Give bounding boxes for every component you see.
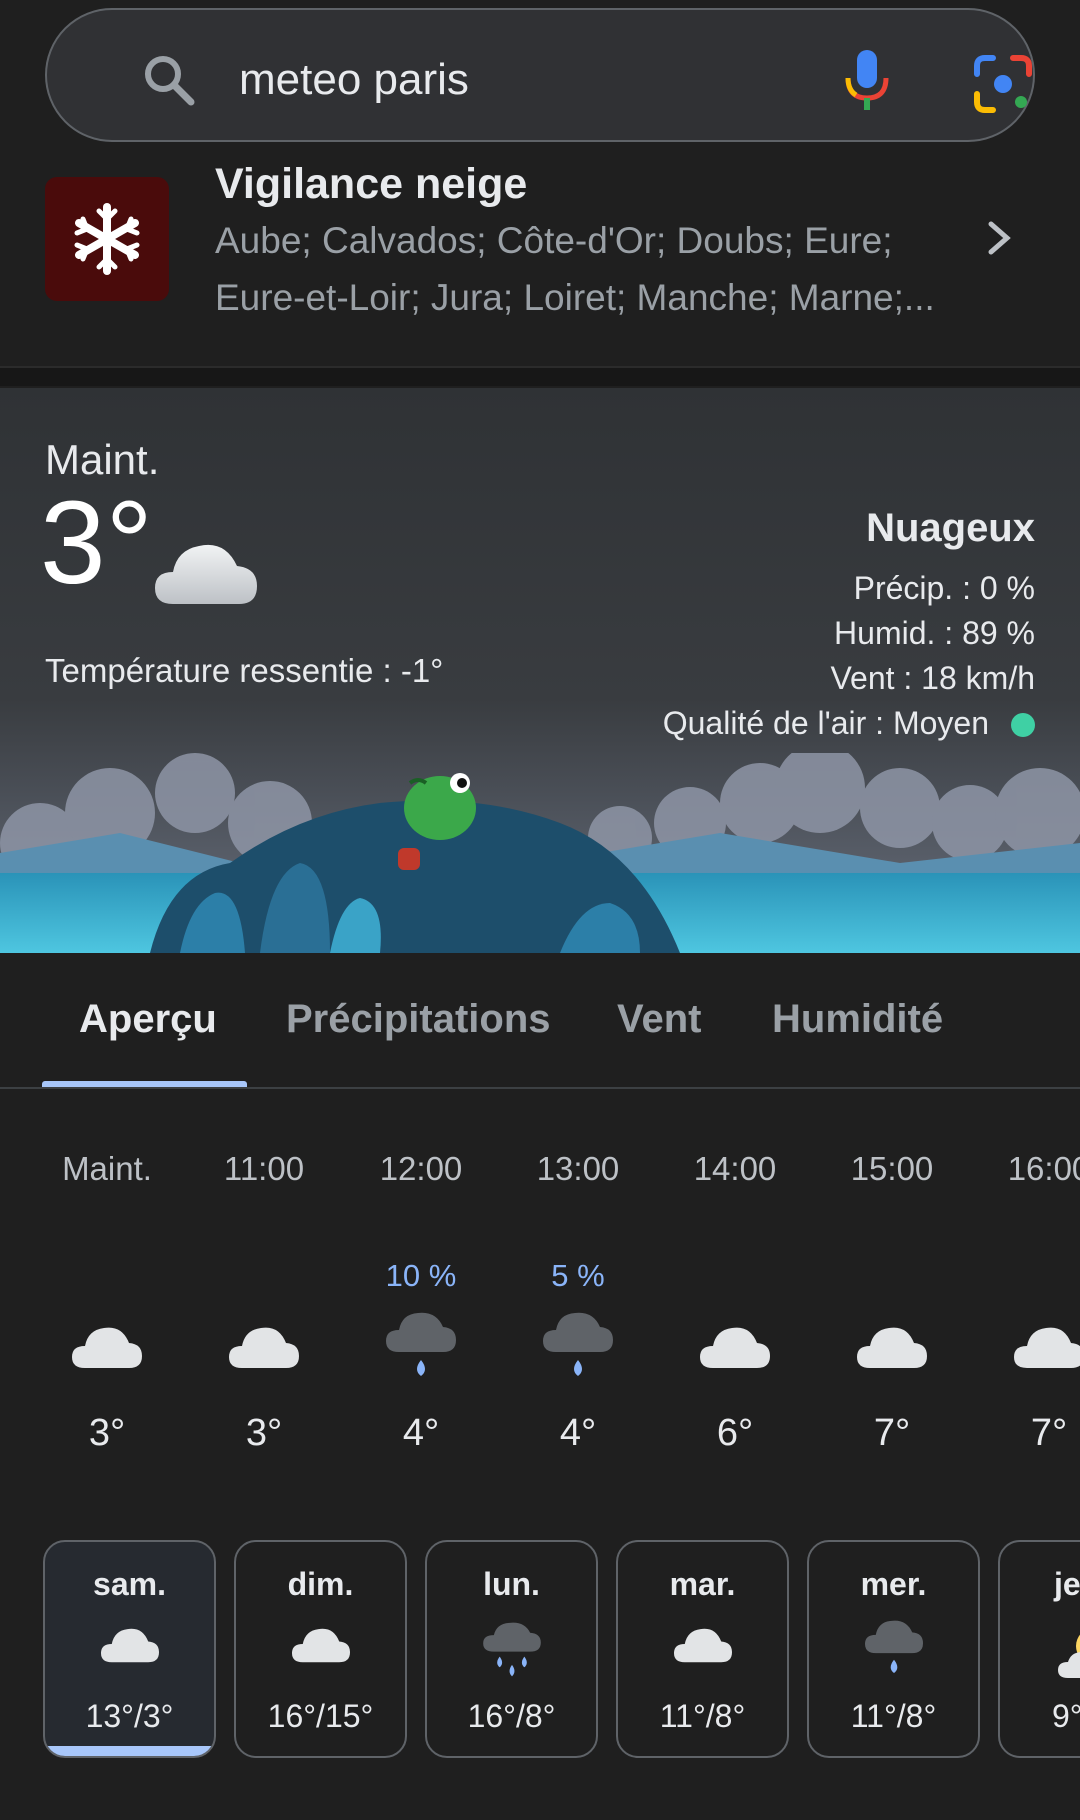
frog-illustration	[0, 753, 1080, 953]
alert-regions: Aube; Calvados; Côte-d'Or; Doubs; Eure; …	[215, 212, 975, 326]
feels-like: Température ressentie : -1°	[45, 652, 444, 689]
rain-cloud-icon	[865, 1620, 923, 1674]
snowflake-icon	[74, 203, 140, 275]
air-quality-detail[interactable]: Qualité de l'air : Moyen	[663, 705, 1035, 742]
day-name: je	[1054, 1566, 1080, 1602]
tab-vent[interactable]: Vent	[617, 997, 701, 1042]
wind-detail: Vent : 18 km/h	[830, 660, 1035, 696]
day-card[interactable]: je 9°/	[998, 1540, 1080, 1758]
hour-item[interactable]: Maint. 3°	[37, 1150, 177, 1450]
daily-forecast[interactable]: sam. 13°/3° dim. 16°/15° lun. 16°/8° mar…	[0, 1540, 1080, 1760]
selected-day-indicator	[45, 1746, 214, 1756]
hour-precip: 5 %	[551, 1258, 605, 1293]
hour-temp: 4°	[559, 1412, 597, 1450]
cloud-icon	[292, 1628, 350, 1663]
day-temps: 16°/8°	[467, 1698, 556, 1734]
chevron-right-icon[interactable]	[985, 218, 1015, 258]
current-weather-panel: Maint. 3° Température ressentie : -1° Nu…	[0, 388, 1080, 953]
hour-temp: 7°	[1030, 1412, 1068, 1450]
condition-label: Nuageux	[866, 506, 1035, 550]
cloud-icon	[101, 1628, 159, 1663]
air-quality-text: Qualité de l'air : Moyen	[662, 705, 989, 741]
day-card[interactable]: mer. 11°/8°	[807, 1540, 980, 1758]
day-card[interactable]: lun. 16°/8°	[425, 1540, 598, 1758]
day-card[interactable]: dim. 16°/15°	[234, 1540, 407, 1758]
sun-cloud-icon	[1058, 1634, 1080, 1678]
hour-time: 11:00	[223, 1150, 305, 1187]
cloud-icon	[229, 1327, 299, 1368]
hour-time: 15:00	[850, 1150, 934, 1187]
day-temps: 13°/3°	[85, 1698, 174, 1734]
hour-temp: 4°	[402, 1412, 440, 1450]
day-name: mer.	[860, 1566, 927, 1602]
active-tab-indicator	[42, 1081, 247, 1087]
rain-cloud-icon	[543, 1312, 613, 1376]
day-temps: 11°/8°	[850, 1698, 937, 1734]
alert-title: Vigilance neige	[215, 160, 528, 208]
hour-precip: 10 %	[385, 1258, 457, 1293]
current-temperature: 3°	[40, 477, 153, 609]
day-name: sam.	[93, 1566, 166, 1602]
hour-time: 14:00	[693, 1150, 777, 1187]
cloud-icon	[72, 1327, 142, 1368]
day-temps: 9°/	[1052, 1698, 1080, 1734]
cloud-icon	[700, 1327, 770, 1368]
hour-item[interactable]: 15:00 7°	[822, 1150, 962, 1450]
hour-temp: 3°	[88, 1412, 126, 1450]
hour-time: 13:00	[536, 1150, 620, 1187]
cloud-icon	[155, 544, 257, 604]
day-card[interactable]: mar. 11°/8°	[616, 1540, 789, 1758]
tab-precipitations[interactable]: Précipitations	[286, 997, 551, 1042]
hourly-forecast[interactable]: Maint. 3° 11:00 3° 12:00 10 % 4° 13:00 5…	[0, 1150, 1080, 1450]
cloud-icon	[1014, 1327, 1080, 1368]
air-quality-dot	[1011, 713, 1035, 737]
hour-item[interactable]: 16:00 7°	[979, 1150, 1080, 1450]
hour-item[interactable]: 14:00 6°	[665, 1150, 805, 1450]
microphone-icon[interactable]	[842, 50, 892, 112]
weather-tabs: Aperçu Précipitations Vent Humidité	[0, 955, 1080, 1089]
alert-regions-line-1: Aube; Calvados; Côte-d'Or; Doubs; Eure;	[215, 220, 893, 261]
heavy-rain-icon	[483, 1622, 541, 1677]
snow-alert-card[interactable]: Vigilance neige Aube; Calvados; Côte-d'O…	[0, 160, 1080, 370]
day-temps: 16°/15°	[267, 1698, 374, 1734]
hour-time: 16:00	[1007, 1150, 1080, 1187]
search-icon	[145, 56, 195, 106]
alert-tile	[45, 177, 169, 301]
google-lens-icon[interactable]	[973, 54, 1033, 114]
cloud-icon	[857, 1327, 927, 1368]
rain-cloud-icon	[386, 1312, 456, 1376]
search-bar[interactable]: meteo paris	[45, 8, 1035, 142]
section-divider	[0, 366, 1080, 386]
hour-item[interactable]: 11:00 3°	[194, 1150, 334, 1450]
day-card[interactable]: sam. 13°/3°	[43, 1540, 216, 1758]
search-input[interactable]: meteo paris	[239, 55, 469, 105]
hour-item[interactable]: 13:00 5 % 4°	[508, 1150, 648, 1450]
day-name: dim.	[287, 1566, 354, 1602]
hour-time: 12:00	[379, 1150, 463, 1187]
precip-detail: Précip. : 0 %	[853, 570, 1035, 606]
tab-humidite[interactable]: Humidité	[772, 997, 943, 1042]
hour-item[interactable]: 12:00 10 % 4°	[351, 1150, 491, 1450]
cloud-icon	[674, 1628, 732, 1663]
humidity-detail: Humid. : 89 %	[834, 615, 1035, 651]
hour-temp: 7°	[873, 1412, 911, 1450]
day-name: lun.	[483, 1566, 540, 1602]
day-temps: 11°/8°	[659, 1698, 746, 1734]
hour-time: Maint.	[62, 1150, 152, 1187]
alert-regions-line-2: Eure-et-Loir; Jura; Loiret; Manche; Marn…	[215, 277, 935, 318]
hour-temp: 6°	[716, 1412, 754, 1450]
tab-apercu[interactable]: Aperçu	[79, 997, 217, 1042]
hour-temp: 3°	[245, 1412, 283, 1450]
day-name: mar.	[669, 1566, 736, 1602]
